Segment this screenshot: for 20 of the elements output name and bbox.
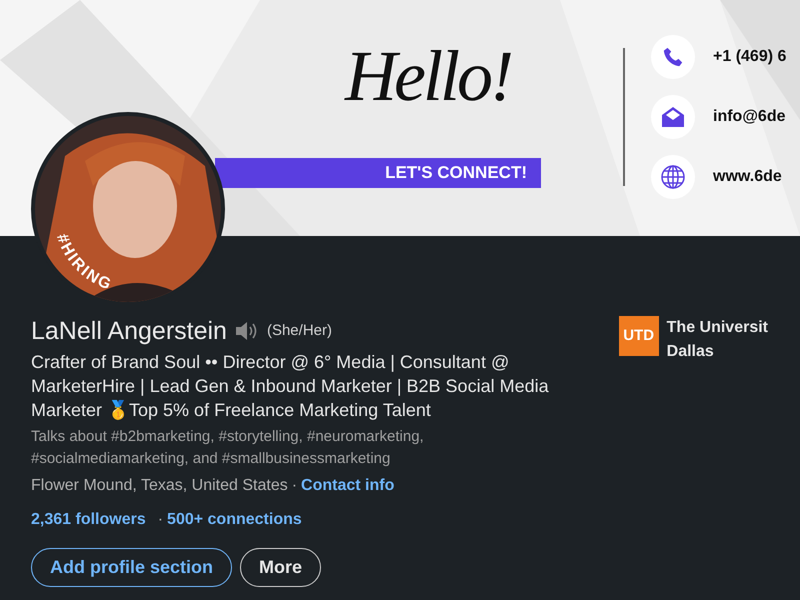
profile-name: LaNell Angerstein — [31, 316, 227, 346]
tagline-banner: LET'S CONNECT! — [215, 158, 541, 188]
connections-link[interactable]: 500+ connections — [167, 508, 302, 532]
separator-dot: · — [158, 510, 164, 530]
headline-text: Crafter of Brand Soul •• Director @ 6° Media | Consultant @ MarketerHire | Lead Gen & Inbound Marketer | B2B Social Media Marketer 🥇Top 5% of Freelance Marketing Talent — [31, 351, 550, 422]
add-section-button[interactable]: Add profile section — [31, 548, 232, 587]
followers-link[interactable]: 2,361 followers — [31, 508, 146, 532]
contact-info-link[interactable]: Contact info — [301, 477, 394, 494]
topics-text: Talks about #b2bmarketing, #storytelling, #neuromarketing, #socialmediamarketing, and #smallbusinessmarketing — [31, 427, 425, 469]
university-name[interactable]: The Universit — [666, 316, 768, 340]
university-name[interactable]: Dallas — [666, 340, 768, 364]
contact-text: www.6de — [713, 167, 782, 187]
location-text: Flower Mound, Texas, United States — [31, 477, 288, 494]
separator-dot: · — [292, 477, 298, 494]
contact-text: info@6de — [713, 107, 786, 127]
pronouns-text: (She/Her) — [266, 320, 332, 341]
greeting-text: Hello! — [345, 40, 511, 112]
contact-text: +1 (469) 6 — [713, 47, 786, 67]
speaker-icon[interactable] — [234, 321, 259, 341]
more-button[interactable]: More — [240, 548, 322, 587]
